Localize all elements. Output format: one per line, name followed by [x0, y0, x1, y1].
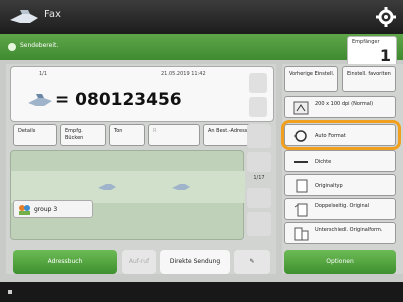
footer-bar	[0, 282, 403, 302]
previous-settings-label: Vorherige Einstell.	[289, 71, 335, 77]
power-indicator	[8, 290, 12, 294]
status-indicator-icon	[8, 43, 16, 51]
details-button[interactable]: Details	[13, 124, 57, 146]
fax-number: = 080123456	[55, 90, 182, 110]
gear-icon[interactable]	[375, 6, 397, 28]
highlight-frame	[281, 120, 401, 150]
recipient-check-button[interactable]: Empfg. Bücken	[60, 124, 106, 146]
recipient-count: 1	[379, 46, 391, 65]
address-book-button[interactable]: Adressbuch	[13, 250, 117, 274]
list-scroll-top-button[interactable]	[247, 152, 271, 172]
r-button[interactable]: R	[148, 124, 200, 146]
density-label: Dichte	[315, 159, 332, 165]
recipient-check-label: Empfg. Bücken	[65, 128, 84, 141]
favorite-settings-label: Einstell. favoriten	[347, 71, 391, 77]
fax-icon	[28, 94, 52, 106]
density-icon	[294, 161, 308, 163]
list-scroll-down-button[interactable]	[247, 212, 271, 236]
tone-label: Ton	[114, 128, 123, 134]
duplex-icon	[294, 203, 308, 217]
options-button[interactable]: Optionen	[284, 250, 396, 274]
status-text: Sendebereit.	[20, 42, 59, 49]
call-up-label: Auf-ruf	[128, 258, 150, 265]
original-type-label: Originaltyp	[315, 183, 343, 189]
mixed-original-button[interactable]: Unterschiedl. Originalform.	[284, 222, 396, 244]
list-item[interactable]	[11, 171, 245, 203]
edit-list-button[interactable]	[247, 124, 271, 148]
status-bar: Sendebereit.	[0, 34, 403, 60]
original-type-button[interactable]: Originaltyp	[284, 174, 396, 196]
favorite-settings-button[interactable]: Einstell. favoriten	[342, 66, 396, 92]
original-type-icon	[296, 179, 308, 193]
duplex-label: Doppelseitig. Original	[315, 203, 370, 209]
page-title: Fax	[44, 9, 61, 20]
details-label: Details	[18, 128, 36, 134]
destination-card: 1/1 21.05.2019 11:42 = 080123456	[10, 66, 274, 122]
fax-icon	[10, 10, 38, 23]
direct-send-label: Direkte Sendung	[169, 258, 221, 265]
options-label: Optionen	[326, 258, 354, 265]
fax-icon	[98, 184, 116, 190]
edit-button[interactable]: ✎	[234, 250, 270, 274]
mixed-label: Unterschiedl. Originalform.	[315, 227, 383, 233]
resolution-label: 200 x 100 dpi (Normal)	[315, 101, 374, 107]
group-icon	[19, 205, 30, 215]
group-label: group 3	[34, 206, 58, 213]
previous-settings-button[interactable]: Vorherige Einstell.	[284, 66, 338, 92]
tone-button[interactable]: Ton	[109, 124, 145, 146]
destination-sequence: 1/1	[39, 71, 48, 77]
scroll-up-button[interactable]	[249, 73, 267, 93]
resolution-button[interactable]: 200 x 100 dpi (Normal)	[284, 96, 396, 118]
destination-list	[10, 150, 245, 240]
address-book-label: Adressbuch	[47, 258, 83, 265]
title-bar: Fax	[0, 0, 403, 34]
fax-icon	[172, 184, 190, 190]
scroll-down-button[interactable]	[249, 97, 267, 117]
page-counter: 1/17	[253, 175, 265, 181]
recipient-counter-button[interactable]: Empfänger 1	[347, 36, 397, 66]
call-up-button[interactable]: Auf-ruf	[122, 250, 156, 274]
mixed-size-icon	[294, 227, 309, 241]
destination-datetime: 21.05.2019 11:42	[161, 71, 206, 77]
duplex-original-button[interactable]: Doppelseitig. Original	[284, 198, 396, 220]
list-scroll-up-button[interactable]	[247, 188, 271, 208]
list-item-group[interactable]: group 3	[13, 200, 93, 218]
r-label: R	[153, 128, 157, 134]
density-button[interactable]: Dichte	[284, 150, 396, 172]
resolution-icon	[293, 101, 309, 115]
recipient-label: Empfänger	[352, 39, 380, 45]
fax-number-field[interactable]: = 080123456	[27, 89, 237, 111]
direct-send-button[interactable]: Direkte Sendung	[160, 250, 230, 274]
